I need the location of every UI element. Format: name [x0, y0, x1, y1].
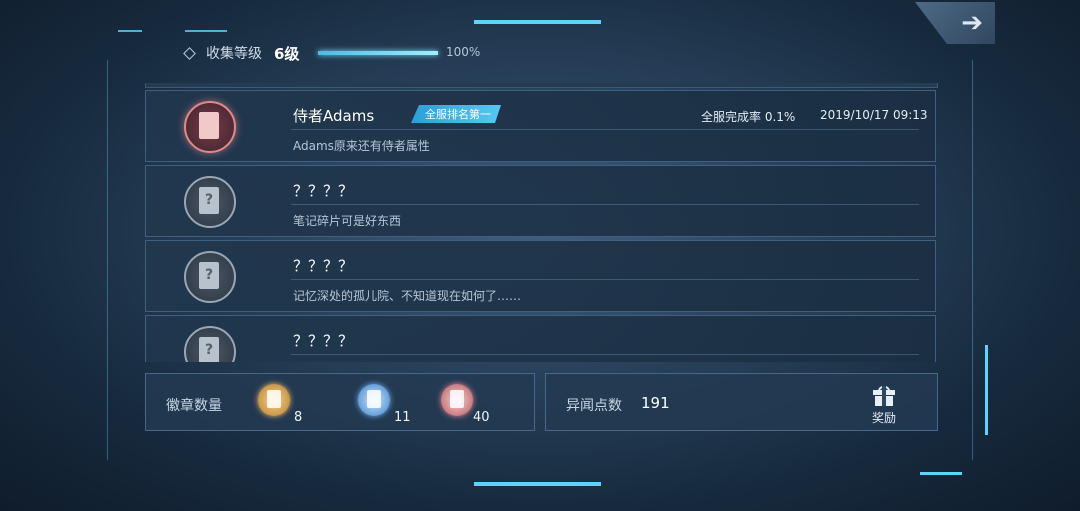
unlocked-note-badge-icon: [184, 101, 236, 153]
collection-progress-bar: [318, 51, 438, 55]
back-button[interactable]: ➔: [915, 2, 995, 44]
server-rank-tag: 全服排名第一: [411, 105, 501, 123]
arrow-right-icon: ➔: [961, 8, 983, 38]
gift-icon: [873, 386, 895, 406]
item-title: ？？？？: [293, 332, 354, 350]
locked-note-badge-icon: ?: [184, 251, 236, 303]
diamond-icon: [183, 46, 196, 60]
row-divider: [291, 204, 919, 205]
list-item[interactable]: 侍者Adams 全服排名第一 全服完成率 0.1% 2019/10/17 09:…: [145, 90, 936, 162]
frame-right-line: [972, 60, 973, 460]
gold-badge-count: 8: [294, 410, 303, 425]
row-divider: [291, 279, 919, 280]
frame-bottom-right-dash: [920, 472, 962, 475]
points-label: 异闻点数: [566, 398, 622, 414]
blue-badge-icon: [358, 384, 390, 416]
list-item[interactable]: ? ？？？？ 记忆深处的孤儿院、不知道现在如何了……: [145, 240, 936, 312]
collection-progress-fill: [318, 51, 438, 55]
list-item[interactable]: ? ？？？？ 笔记碎片可是好东西: [145, 165, 936, 237]
badge-count-panel: 徽章数量 8 11 40: [145, 373, 535, 431]
frame-bottom-accent: [474, 482, 601, 486]
item-title: ？？？？: [293, 257, 354, 275]
item-description: 笔记碎片可是好东西: [293, 214, 402, 228]
collection-list[interactable]: 侍者Adams 全服排名第一 全服完成率 0.1% 2019/10/17 09:…: [145, 90, 936, 362]
points-panel: 异闻点数 191 奖励: [545, 373, 938, 431]
item-title: ？？？？: [293, 182, 354, 200]
frame-right-bar: [985, 345, 988, 435]
blue-badge-count: 11: [394, 410, 411, 425]
frame-top-left-dash: [118, 30, 142, 32]
item-description: Adams原来还有侍者属性: [293, 139, 430, 153]
locked-note-badge-icon: ?: [184, 326, 236, 362]
badge-count-label: 徽章数量: [166, 398, 222, 414]
pink-badge-icon: [441, 384, 473, 416]
gold-badge-icon: [258, 384, 290, 416]
points-value: 191: [641, 394, 670, 412]
collection-level-label: 收集等级: [206, 46, 262, 62]
reward-label: 奖励: [871, 411, 896, 425]
collection-level-header: 收集等级 6级: [183, 40, 300, 66]
frame-left-line: [107, 60, 108, 460]
row-divider: [291, 129, 919, 130]
pink-badge-count: 40: [473, 410, 490, 425]
item-title: 侍者Adams: [293, 107, 375, 125]
unlock-date: 2019/10/17 09:13: [820, 108, 928, 122]
row-divider: [291, 354, 919, 355]
frame-top-accent: [474, 20, 601, 24]
collection-level-value: 6级: [274, 44, 300, 63]
list-top-edge: [145, 83, 938, 88]
completion-rate: 全服完成率 0.1%: [701, 110, 796, 124]
item-description: 记忆深处的孤儿院、不知道现在如何了……: [293, 289, 522, 303]
locked-note-badge-icon: ?: [184, 176, 236, 228]
frame-top-left-dash-2: [185, 30, 227, 32]
list-item[interactable]: ? ？？？？: [145, 315, 936, 362]
reward-button[interactable]: 奖励: [864, 386, 904, 426]
collection-progress-text: 100%: [446, 45, 481, 59]
